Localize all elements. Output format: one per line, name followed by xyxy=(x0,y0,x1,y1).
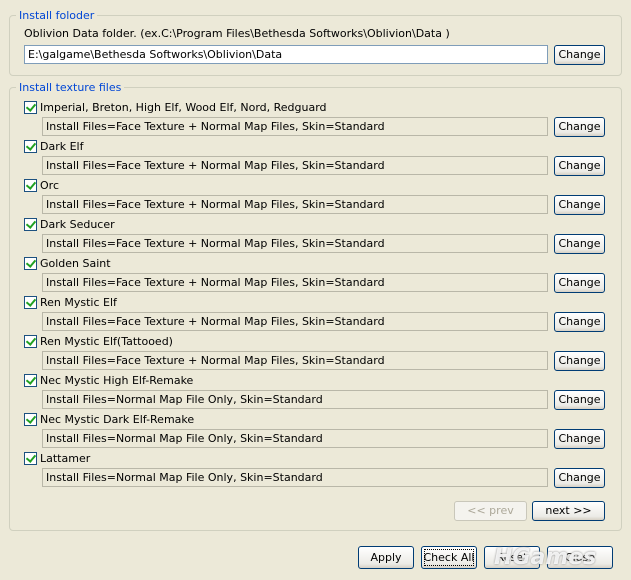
change-texture-button[interactable]: Change xyxy=(554,117,605,137)
change-texture-button[interactable]: Change xyxy=(554,312,605,332)
texture-row: Imperial, Breton, High Elf, Wood Elf, No… xyxy=(24,99,614,138)
install-folder-group: Install foloder xyxy=(9,9,622,76)
change-texture-button[interactable]: Change xyxy=(554,351,605,371)
texture-setting-field: Install Files=Face Texture + Normal Map … xyxy=(42,273,548,292)
texture-name-label[interactable]: Ren Mystic Elf xyxy=(40,296,117,309)
change-texture-button[interactable]: Change xyxy=(554,156,605,176)
install-folder-legend: Install foloder xyxy=(19,9,95,22)
texture-name-label[interactable]: Dark Elf xyxy=(40,140,83,153)
change-texture-button[interactable]: Change xyxy=(554,234,605,254)
texture-setting-field: Install Files=Face Texture + Normal Map … xyxy=(42,156,548,175)
texture-row: Nec Mystic High Elf-Remake Install Files=… xyxy=(24,372,614,411)
texture-setting-field: Install Files=Face Texture + Normal Map … xyxy=(42,195,548,214)
texture-name-label[interactable]: Nec Mystic High Elf-Remake xyxy=(40,374,193,387)
texture-name-label[interactable]: Orc xyxy=(40,179,59,192)
texture-checkbox[interactable] xyxy=(24,218,37,231)
texture-checkbox[interactable] xyxy=(24,296,37,309)
change-texture-button[interactable]: Change xyxy=(554,390,605,410)
texture-checkbox[interactable] xyxy=(24,374,37,387)
install-path-field[interactable]: E:\galgame\Bethesda Softworks\Oblivion\D… xyxy=(24,45,548,64)
change-texture-button[interactable]: Change xyxy=(554,429,605,449)
change-texture-button[interactable]: Change xyxy=(554,195,605,215)
texture-setting-field: Install Files=Face Texture + Normal Map … xyxy=(42,234,548,253)
install-folder-description: Oblivion Data folder. (ex.C:\Program Fil… xyxy=(24,27,450,40)
next-page-button[interactable]: next >> xyxy=(532,501,605,521)
texture-setting-field: Install Files=Normal Map File Only, Skin… xyxy=(42,429,548,448)
texture-name-label[interactable]: Nec Mystic Dark Elf-Remake xyxy=(40,413,194,426)
texture-setting-field: Install Files=Face Texture + Normal Map … xyxy=(42,312,548,331)
change-folder-button[interactable]: Change xyxy=(554,45,605,65)
texture-row: Nec Mystic Dark Elf-Remake Install Files=… xyxy=(24,411,614,450)
texture-row: Dark Elf Install Files=Face Texture + Nor… xyxy=(24,138,614,177)
prev-page-button[interactable]: << prev xyxy=(454,501,527,521)
texture-name-label[interactable]: Imperial, Breton, High Elf, Wood Elf, No… xyxy=(40,101,327,114)
texture-name-label[interactable]: Lattamer xyxy=(40,452,90,465)
texture-setting-field: Install Files=Normal Map File Only, Skin… xyxy=(42,468,548,487)
check-all-button[interactable]: Check All xyxy=(421,546,477,569)
close-button[interactable]: Close xyxy=(547,546,613,569)
texture-row: Lattamer Install Files=Normal Map File On… xyxy=(24,450,614,489)
texture-checkbox[interactable] xyxy=(24,257,37,270)
texture-name-label[interactable]: Ren Mystic Elf(Tattooed) xyxy=(40,335,173,348)
texture-setting-field: Install Files=Face Texture + Normal Map … xyxy=(42,351,548,370)
texture-row: Orc Install Files=Face Texture + Normal M… xyxy=(24,177,614,216)
texture-checkbox[interactable] xyxy=(24,452,37,465)
texture-files-legend: Install texture files xyxy=(19,81,122,94)
texture-row: Golden Saint Install Files=Face Texture +… xyxy=(24,255,614,294)
texture-row: Dark Seducer Install Files=Face Texture +… xyxy=(24,216,614,255)
texture-checkbox[interactable] xyxy=(24,101,37,114)
texture-checkbox[interactable] xyxy=(24,335,37,348)
texture-checkbox[interactable] xyxy=(24,140,37,153)
reset-button[interactable]: Reset xyxy=(484,546,540,569)
texture-checkbox[interactable] xyxy=(24,413,37,426)
texture-name-label[interactable]: Golden Saint xyxy=(40,257,111,270)
change-texture-button[interactable]: Change xyxy=(554,468,605,488)
texture-checkbox[interactable] xyxy=(24,179,37,192)
texture-setting-field: Install Files=Face Texture + Normal Map … xyxy=(42,117,548,136)
apply-button[interactable]: Apply xyxy=(358,546,414,569)
texture-name-label[interactable]: Dark Seducer xyxy=(40,218,115,231)
change-texture-button[interactable]: Change xyxy=(554,273,605,293)
texture-setting-field: Install Files=Normal Map File Only, Skin… xyxy=(42,390,548,409)
texture-row: Ren Mystic Elf Install Files=Face Texture… xyxy=(24,294,614,333)
texture-row: Ren Mystic Elf(Tattooed) Install Files=Fa… xyxy=(24,333,614,372)
